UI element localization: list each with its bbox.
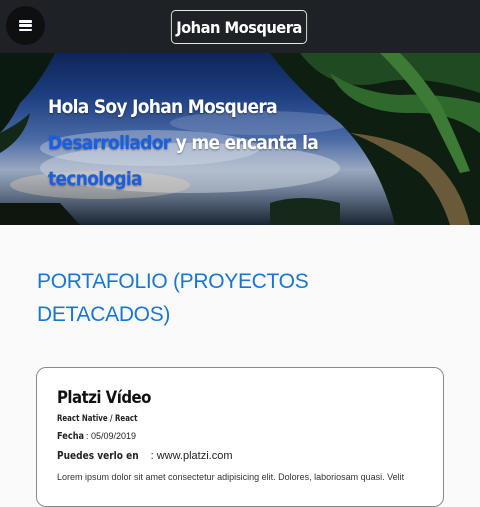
hero-headline: Hola Soy Johan Mosquera Desarrollador y … [48,89,336,197]
project-date-row: Fecha: 05/09/2019 [57,431,136,442]
project-date-value: : 05/09/2019 [86,431,137,441]
project-url-value[interactable]: : www.platzi.com [151,450,233,462]
top-navbar: Johan Mosquera [0,0,480,53]
portfolio-title: PORTAFOLIO (PROYECTOS DETACADOS) [37,270,309,326]
hero-line1: Hola Soy Johan Mosquera [48,96,278,118]
brand-name-button[interactable]: Johan Mosquera [170,10,308,44]
project-url-label: Puedes verlo en [57,449,139,462]
project-title: Platzi Vídeo [57,388,151,408]
hamburger-menu-icon [19,20,32,31]
project-tech: React Native / React [57,414,138,424]
hero-line2: y me encanta la [170,132,319,154]
project-card: Platzi Vídeo React Native / React Fecha:… [36,367,444,507]
hero-highlight-tech: tecnologia [48,168,143,190]
menu-button[interactable] [6,6,45,45]
project-description: Lorem ipsum dolor sit amet consectetur a… [57,472,405,482]
project-date-label: Fecha [57,431,85,442]
hero-highlight-role: Desarrollador [48,132,171,154]
project-url-row: Puedes verlo en : www.platzi.com [57,449,233,462]
hero-banner: Hola Soy Johan Mosquera Desarrollador y … [0,53,480,225]
